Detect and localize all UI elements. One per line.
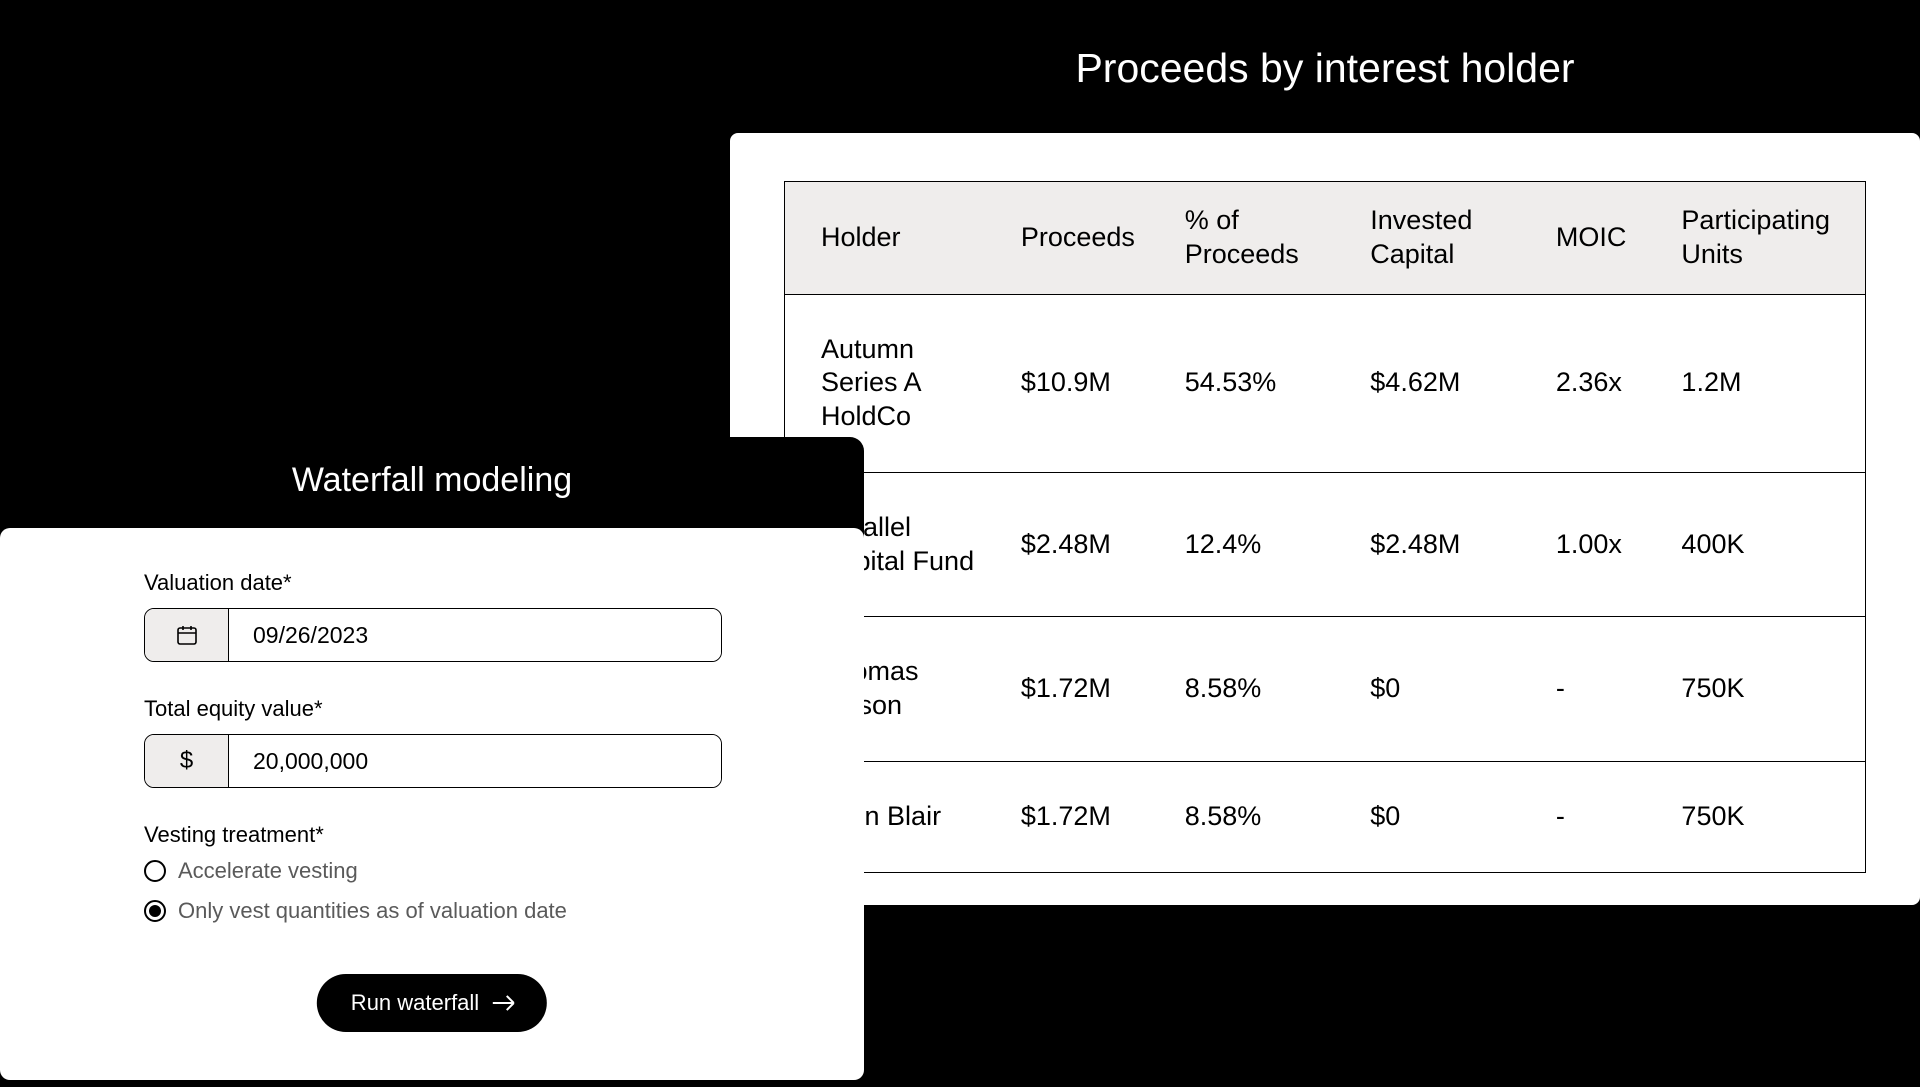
col-units: Participating Units	[1663, 182, 1865, 295]
proceeds-table: Holder Proceeds % of Proceeds Invested C…	[784, 181, 1866, 873]
cell-invested: $4.62M	[1352, 294, 1538, 472]
arrow-right-icon	[493, 1002, 513, 1004]
cell-units: 750K	[1663, 761, 1865, 872]
cell-units: 750K	[1663, 617, 1865, 762]
cell-units: 1.2M	[1663, 294, 1865, 472]
table-row: Thomas Mason $1.72M 8.58% $0 - 750K	[785, 617, 1866, 762]
valuation-date-input[interactable]	[229, 609, 721, 661]
calendar-icon[interactable]	[145, 609, 229, 661]
col-proceeds: Proceeds	[1003, 182, 1167, 295]
waterfall-form: Valuation date* Total equity value* $ Ve	[144, 570, 722, 924]
vesting-option-as-of-date[interactable]: Only vest quantities as of valuation dat…	[144, 898, 722, 924]
waterfall-body: Valuation date* Total equity value* $ Ve	[0, 528, 864, 1080]
total-equity-field[interactable]: $	[144, 734, 722, 788]
cell-moic: -	[1538, 761, 1664, 872]
col-pct: % of Proceeds	[1167, 182, 1353, 295]
waterfall-title: Waterfall modeling	[0, 437, 864, 528]
proceeds-panel: Holder Proceeds % of Proceeds Invested C…	[730, 133, 1920, 905]
cell-pct: 8.58%	[1167, 761, 1353, 872]
run-waterfall-button[interactable]: Run waterfall	[317, 974, 547, 1032]
total-equity-input[interactable]	[229, 735, 721, 787]
dollar-icon: $	[145, 735, 229, 787]
vesting-option-accelerate[interactable]: Accelerate vesting	[144, 858, 722, 884]
cell-units: 400K	[1663, 472, 1865, 617]
cell-pct: 12.4%	[1167, 472, 1353, 617]
cell-invested: $2.48M	[1352, 472, 1538, 617]
cell-proceeds: $1.72M	[1003, 761, 1167, 872]
vesting-radio-group: Accelerate vesting Only vest quantities …	[144, 858, 722, 924]
radio-icon	[144, 900, 166, 922]
cell-moic: 1.00x	[1538, 472, 1664, 617]
cell-pct: 8.58%	[1167, 617, 1353, 762]
cell-proceeds: $2.48M	[1003, 472, 1167, 617]
cell-proceeds: $1.72M	[1003, 617, 1167, 762]
cell-moic: 2.36x	[1538, 294, 1664, 472]
cell-invested: $0	[1352, 761, 1538, 872]
proceeds-title: Proceeds by interest holder	[730, 45, 1920, 92]
table-row: Autumn Series A HoldCo $10.9M 54.53% $4.…	[785, 294, 1866, 472]
radio-label: Only vest quantities as of valuation dat…	[178, 898, 567, 924]
cell-proceeds: $10.9M	[1003, 294, 1167, 472]
cell-moic: -	[1538, 617, 1664, 762]
vesting-treatment-label: Vesting treatment*	[144, 822, 722, 848]
table-header-row: Holder Proceeds % of Proceeds Invested C…	[785, 182, 1866, 295]
radio-label: Accelerate vesting	[178, 858, 358, 884]
table-row: John Blair $1.72M 8.58% $0 - 750K	[785, 761, 1866, 872]
valuation-date-field[interactable]	[144, 608, 722, 662]
col-moic: MOIC	[1538, 182, 1664, 295]
cell-invested: $0	[1352, 617, 1538, 762]
radio-icon	[144, 860, 166, 882]
run-waterfall-label: Run waterfall	[351, 990, 479, 1016]
total-equity-label: Total equity value*	[144, 696, 722, 722]
col-invested: Invested Capital	[1352, 182, 1538, 295]
cell-pct: 54.53%	[1167, 294, 1353, 472]
valuation-date-label: Valuation date*	[144, 570, 722, 596]
waterfall-card: Waterfall modeling Valuation date* Total…	[0, 437, 864, 1087]
col-holder: Holder	[785, 182, 1003, 295]
table-row: Parallel Capital Fund $2.48M 12.4% $2.48…	[785, 472, 1866, 617]
radio-selected-icon	[149, 905, 161, 917]
